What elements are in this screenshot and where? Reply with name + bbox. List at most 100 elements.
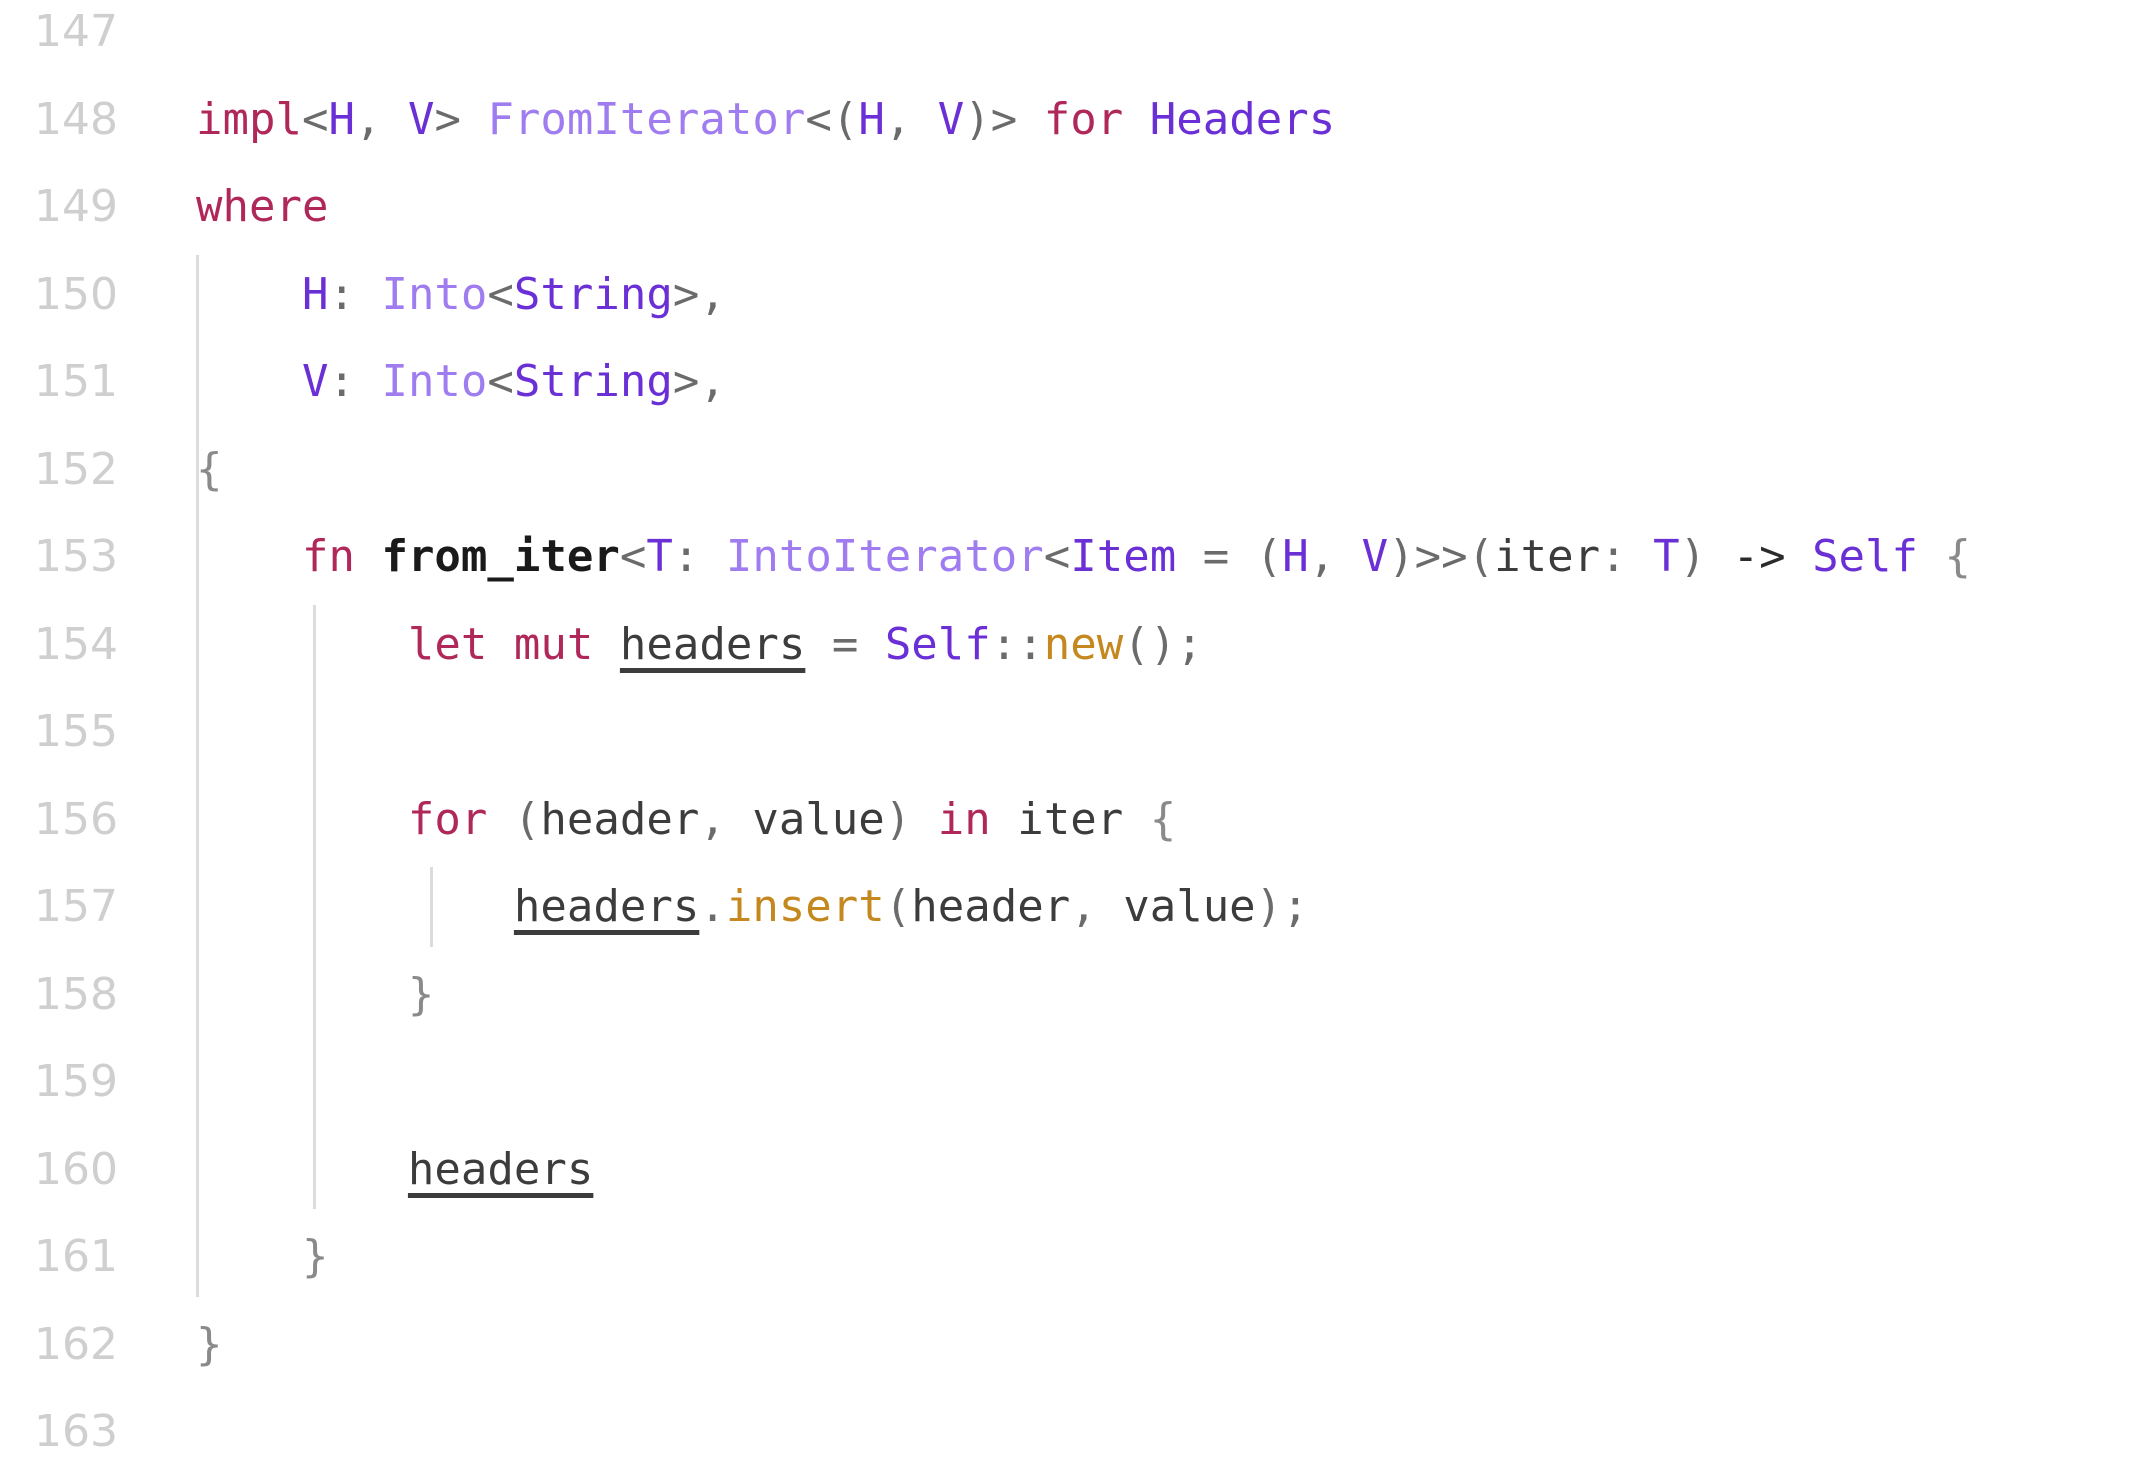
code-token: for xyxy=(407,793,488,845)
code-token: value xyxy=(752,793,885,845)
code-line[interactable]: 147 xyxy=(0,0,2142,76)
line-number[interactable]: 160 xyxy=(0,1126,118,1214)
code-token: , xyxy=(354,93,408,145)
code-line[interactable]: 157 headers.insert(header, value); xyxy=(0,863,2142,951)
code-token: : xyxy=(328,356,382,407)
code-line[interactable]: 153 fn from_iter<T: IntoIterator<Item = … xyxy=(0,513,2142,601)
code-line[interactable]: 156 for (header, value) in iter { xyxy=(0,776,2142,864)
code-line[interactable]: 161 } xyxy=(0,1213,2142,1301)
code-token: )>>( xyxy=(1388,531,1495,582)
code-line[interactable]: 163 xyxy=(0,1388,2142,1458)
code-line-content[interactable]: H: Into<String>, xyxy=(196,251,726,339)
line-number[interactable]: 161 xyxy=(0,1213,118,1301)
code-token: impl xyxy=(196,93,302,145)
code-line-content[interactable]: where xyxy=(196,163,328,251)
code-token: header xyxy=(540,793,700,845)
code-line-content[interactable]: let mut headers = Self::new(); xyxy=(196,601,1203,689)
code-token: (); xyxy=(1123,618,1203,670)
code-line-content[interactable]: headers.insert(header, value); xyxy=(196,863,1309,951)
code-token: ( xyxy=(487,793,541,845)
line-number[interactable]: 148 xyxy=(0,76,118,164)
code-token: , xyxy=(1308,531,1362,582)
code-line[interactable]: 148 impl<H, V> FromIterator<(H, V)> for H… xyxy=(0,76,2142,164)
code-token: >, xyxy=(672,356,726,407)
code-token: headers xyxy=(407,1143,594,1195)
indent-guide xyxy=(313,604,316,1209)
code-token: H xyxy=(858,93,885,145)
code-token: <( xyxy=(805,93,859,145)
code-token: for xyxy=(1043,93,1124,145)
code-token: Self xyxy=(884,618,991,670)
line-number[interactable]: 159 xyxy=(0,1038,118,1126)
code-line[interactable]: 151 V: Into<String>, xyxy=(0,338,2142,426)
code-token: < xyxy=(301,93,329,145)
code-token: in xyxy=(937,793,991,845)
code-token: , xyxy=(1070,881,1124,932)
code-line[interactable]: 159 xyxy=(0,1038,2142,1126)
code-line-content[interactable]: { xyxy=(196,426,223,514)
code-token: new xyxy=(1043,618,1124,670)
line-number[interactable]: 154 xyxy=(0,601,118,689)
code-token: insert xyxy=(725,881,885,932)
code-line-content[interactable]: } xyxy=(196,1301,223,1389)
line-number[interactable]: 151 xyxy=(0,338,118,426)
code-token: Self xyxy=(1812,531,1919,582)
line-number[interactable]: 155 xyxy=(0,688,118,776)
code-token: V xyxy=(1361,531,1389,582)
line-number[interactable]: 158 xyxy=(0,951,118,1039)
code-token: { xyxy=(1149,793,1177,845)
code-line-content[interactable]: headers xyxy=(196,1126,593,1214)
code-line[interactable]: 149 where xyxy=(0,163,2142,251)
code-line[interactable]: 150 H: Into<String>, xyxy=(0,251,2142,339)
code-line-content[interactable]: impl<H, V> FromIterator<(H, V)> for Head… xyxy=(196,76,1335,164)
line-number[interactable]: 163 xyxy=(0,1388,118,1458)
line-number[interactable]: 149 xyxy=(0,163,118,251)
line-number[interactable]: 150 xyxy=(0,251,118,339)
line-number[interactable]: 152 xyxy=(0,426,118,514)
code-line[interactable]: 158 } xyxy=(0,951,2142,1039)
code-line[interactable]: 154 let mut headers = Self::new(); xyxy=(0,601,2142,689)
code-editor-viewport[interactable]: 147 148 impl<H, V> FromIterator<(H, V)> fo… xyxy=(0,0,2142,1458)
code-token: < xyxy=(487,268,514,320)
line-number[interactable]: 162 xyxy=(0,1301,118,1389)
code-line-content[interactable]: fn from_iter<T: IntoIterator<Item = (H, … xyxy=(196,513,1971,601)
code-line[interactable]: 162} xyxy=(0,1301,2142,1389)
code-line-content[interactable]: V: Into<String>, xyxy=(196,338,726,426)
code-line[interactable]: 152 { xyxy=(0,426,2142,514)
code-token: fn xyxy=(301,531,355,582)
code-token: > xyxy=(434,93,488,145)
code-token: :: xyxy=(990,618,1044,670)
code-token: value xyxy=(1123,881,1256,932)
code-token: , xyxy=(884,93,938,145)
code-token: V xyxy=(407,93,435,145)
indent-guide xyxy=(196,254,199,1297)
code-token: : xyxy=(1600,531,1654,582)
code-token: headers xyxy=(513,881,700,932)
code-line-content[interactable]: } xyxy=(196,1213,329,1301)
code-line[interactable]: 155 xyxy=(0,688,2142,776)
line-number[interactable]: 153 xyxy=(0,513,118,601)
line-number[interactable]: 156 xyxy=(0,776,118,864)
code-token: Item xyxy=(1070,531,1177,582)
code-token: Headers xyxy=(1149,93,1336,145)
line-number[interactable]: 157 xyxy=(0,863,118,951)
code-line-content[interactable]: for (header, value) in iter { xyxy=(196,776,1176,864)
line-number[interactable]: 147 xyxy=(0,0,118,76)
code-token: . xyxy=(699,881,726,932)
code-token: Into xyxy=(381,268,488,320)
code-line[interactable]: 160 headers xyxy=(0,1126,2142,1214)
